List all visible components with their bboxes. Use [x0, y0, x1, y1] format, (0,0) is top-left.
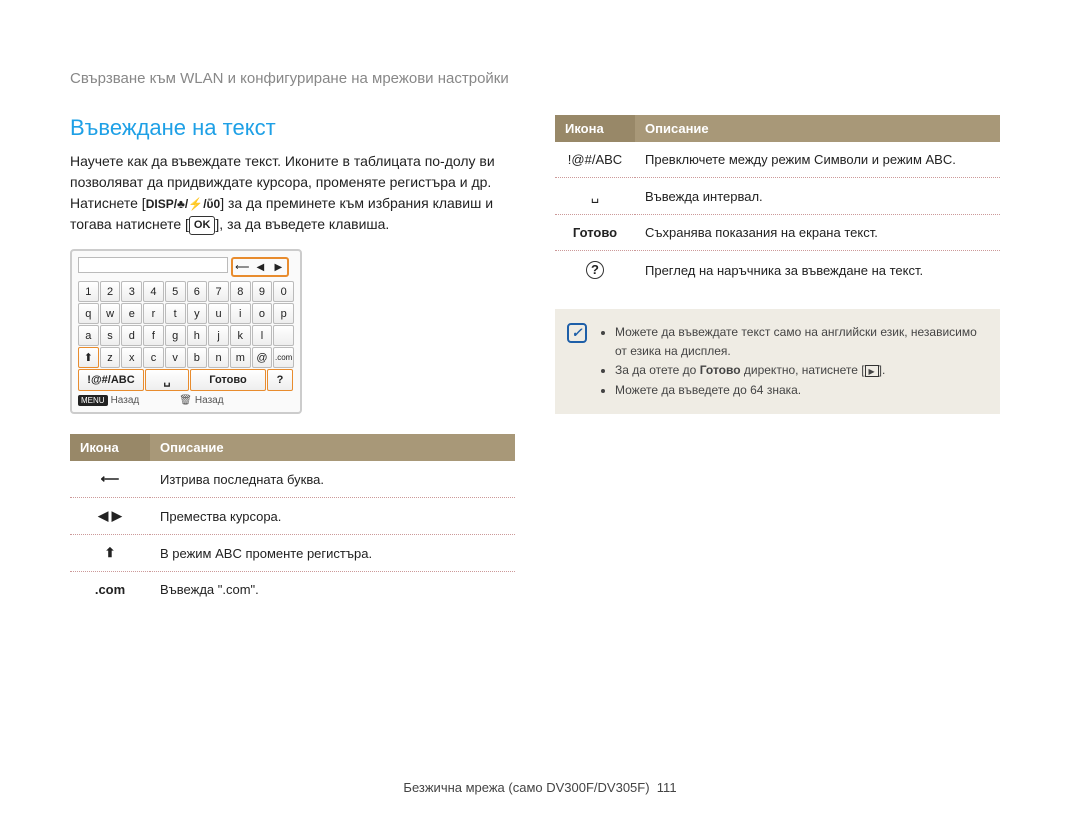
keyboard-image: ⟵◀▶ 1234567890 qwertyuiop asdfghjkl ⬆zxcvbn… — [70, 249, 302, 414]
key: 9 — [252, 281, 273, 302]
key: a — [78, 325, 99, 346]
desc-cell: В режим ABC променте регистъра. — [150, 535, 515, 572]
key: 6 — [187, 281, 208, 302]
key: v — [165, 347, 186, 368]
key: t — [165, 303, 186, 324]
key: m — [230, 347, 251, 368]
table-row: ГотовоСъхранява показания на екрана текс… — [555, 215, 1000, 251]
table-row: ?Преглед на наръчника за въвеждане на те… — [555, 251, 1000, 290]
intro-text: Научете как да въвеждате текст. Иконите … — [70, 151, 515, 235]
th-icon: Икона — [70, 434, 150, 461]
key: h — [187, 325, 208, 346]
key: k — [230, 325, 251, 346]
icon-cell: ? — [555, 251, 635, 290]
key: b — [187, 347, 208, 368]
table-row: ⬆В режим ABC променте регистъра. — [70, 535, 515, 572]
key: s — [100, 325, 121, 346]
desc-cell: Премества курсора. — [150, 498, 515, 535]
icon-cell: ⟵ — [70, 461, 150, 498]
key: 0 — [273, 281, 294, 302]
table-row: .comВъвежда ".com". — [70, 572, 515, 608]
desc-cell: Въвежда интервал. — [635, 178, 1000, 215]
table-row: ◀ ▶Премества курсора. — [70, 498, 515, 535]
key: l — [252, 325, 273, 346]
key: y — [187, 303, 208, 324]
th-desc: Описание — [635, 115, 1000, 142]
key: 8 — [230, 281, 251, 302]
key: ⬆ — [78, 347, 99, 368]
key: 3 — [121, 281, 142, 302]
section-title: Въвеждане на текст — [70, 115, 515, 141]
key: w — [100, 303, 121, 324]
desc-cell: Съхранява показания на екрана текст. — [635, 215, 1000, 251]
key: 2 — [100, 281, 121, 302]
table-row: ⟵Изтрива последната буква. — [70, 461, 515, 498]
th-desc: Описание — [150, 434, 515, 461]
note-item: За да отете до Готово директно, натиснет… — [615, 361, 986, 380]
desc-cell: Въвежда ".com". — [150, 572, 515, 608]
icon-cell: ⬆ — [70, 535, 150, 572]
key: x — [121, 347, 142, 368]
note-item: Можете да въведете до 64 знака. — [615, 381, 986, 400]
icon-cell: !@#/ABC — [555, 142, 635, 178]
key: c — [143, 347, 164, 368]
page-header: Свързване към WLAN и конфигуриране на мр… — [70, 70, 1010, 87]
key: i — [230, 303, 251, 324]
icon-table-right: Икона Описание !@#/ABCПревключете между … — [555, 115, 1000, 289]
key: q — [78, 303, 99, 324]
key: f — [143, 325, 164, 346]
kb-nav: ⟵◀▶ — [231, 257, 289, 277]
table-row: !@#/ABCПревключете между режим Символи и… — [555, 142, 1000, 178]
desc-cell: Превключете между режим Символи и режим … — [635, 142, 1000, 178]
key: u — [208, 303, 229, 324]
icon-table-left: Икона Описание ⟵Изтрива последната буква… — [70, 434, 515, 607]
key: e — [121, 303, 142, 324]
key: p — [273, 303, 294, 324]
key: 5 — [165, 281, 186, 302]
disp-icon: DISP/♣/⚡/ὕ0 — [146, 197, 220, 211]
key: g — [165, 325, 186, 346]
desc-cell: Изтрива последната буква. — [150, 461, 515, 498]
note-item: Можете да въвеждате текст само на англий… — [615, 323, 986, 361]
key: r — [143, 303, 164, 324]
key: o — [252, 303, 273, 324]
key: 7 — [208, 281, 229, 302]
key: 4 — [143, 281, 164, 302]
th-icon: Икона — [555, 115, 635, 142]
key: n — [208, 347, 229, 368]
key: .com — [273, 347, 294, 368]
key: d — [121, 325, 142, 346]
key: j — [208, 325, 229, 346]
page-footer: Безжична мрежа (само DV300F/DV305F) 111 — [0, 780, 1080, 795]
key: @ — [252, 347, 273, 368]
key: z — [100, 347, 121, 368]
icon-cell: ␣ — [555, 178, 635, 215]
desc-cell: Преглед на наръчника за въвеждане на тек… — [635, 251, 1000, 290]
ok-icon: OK — [189, 216, 216, 235]
key: 1 — [78, 281, 99, 302]
icon-cell: ◀ ▶ — [70, 498, 150, 535]
table-row: ␣Въвежда интервал. — [555, 178, 1000, 215]
key — [273, 325, 294, 346]
note-icon: ✓ — [567, 323, 587, 343]
icon-cell: .com — [70, 572, 150, 608]
note-box: ✓ Можете да въвеждате текст само на англ… — [555, 309, 1000, 414]
icon-cell: Готово — [555, 215, 635, 251]
